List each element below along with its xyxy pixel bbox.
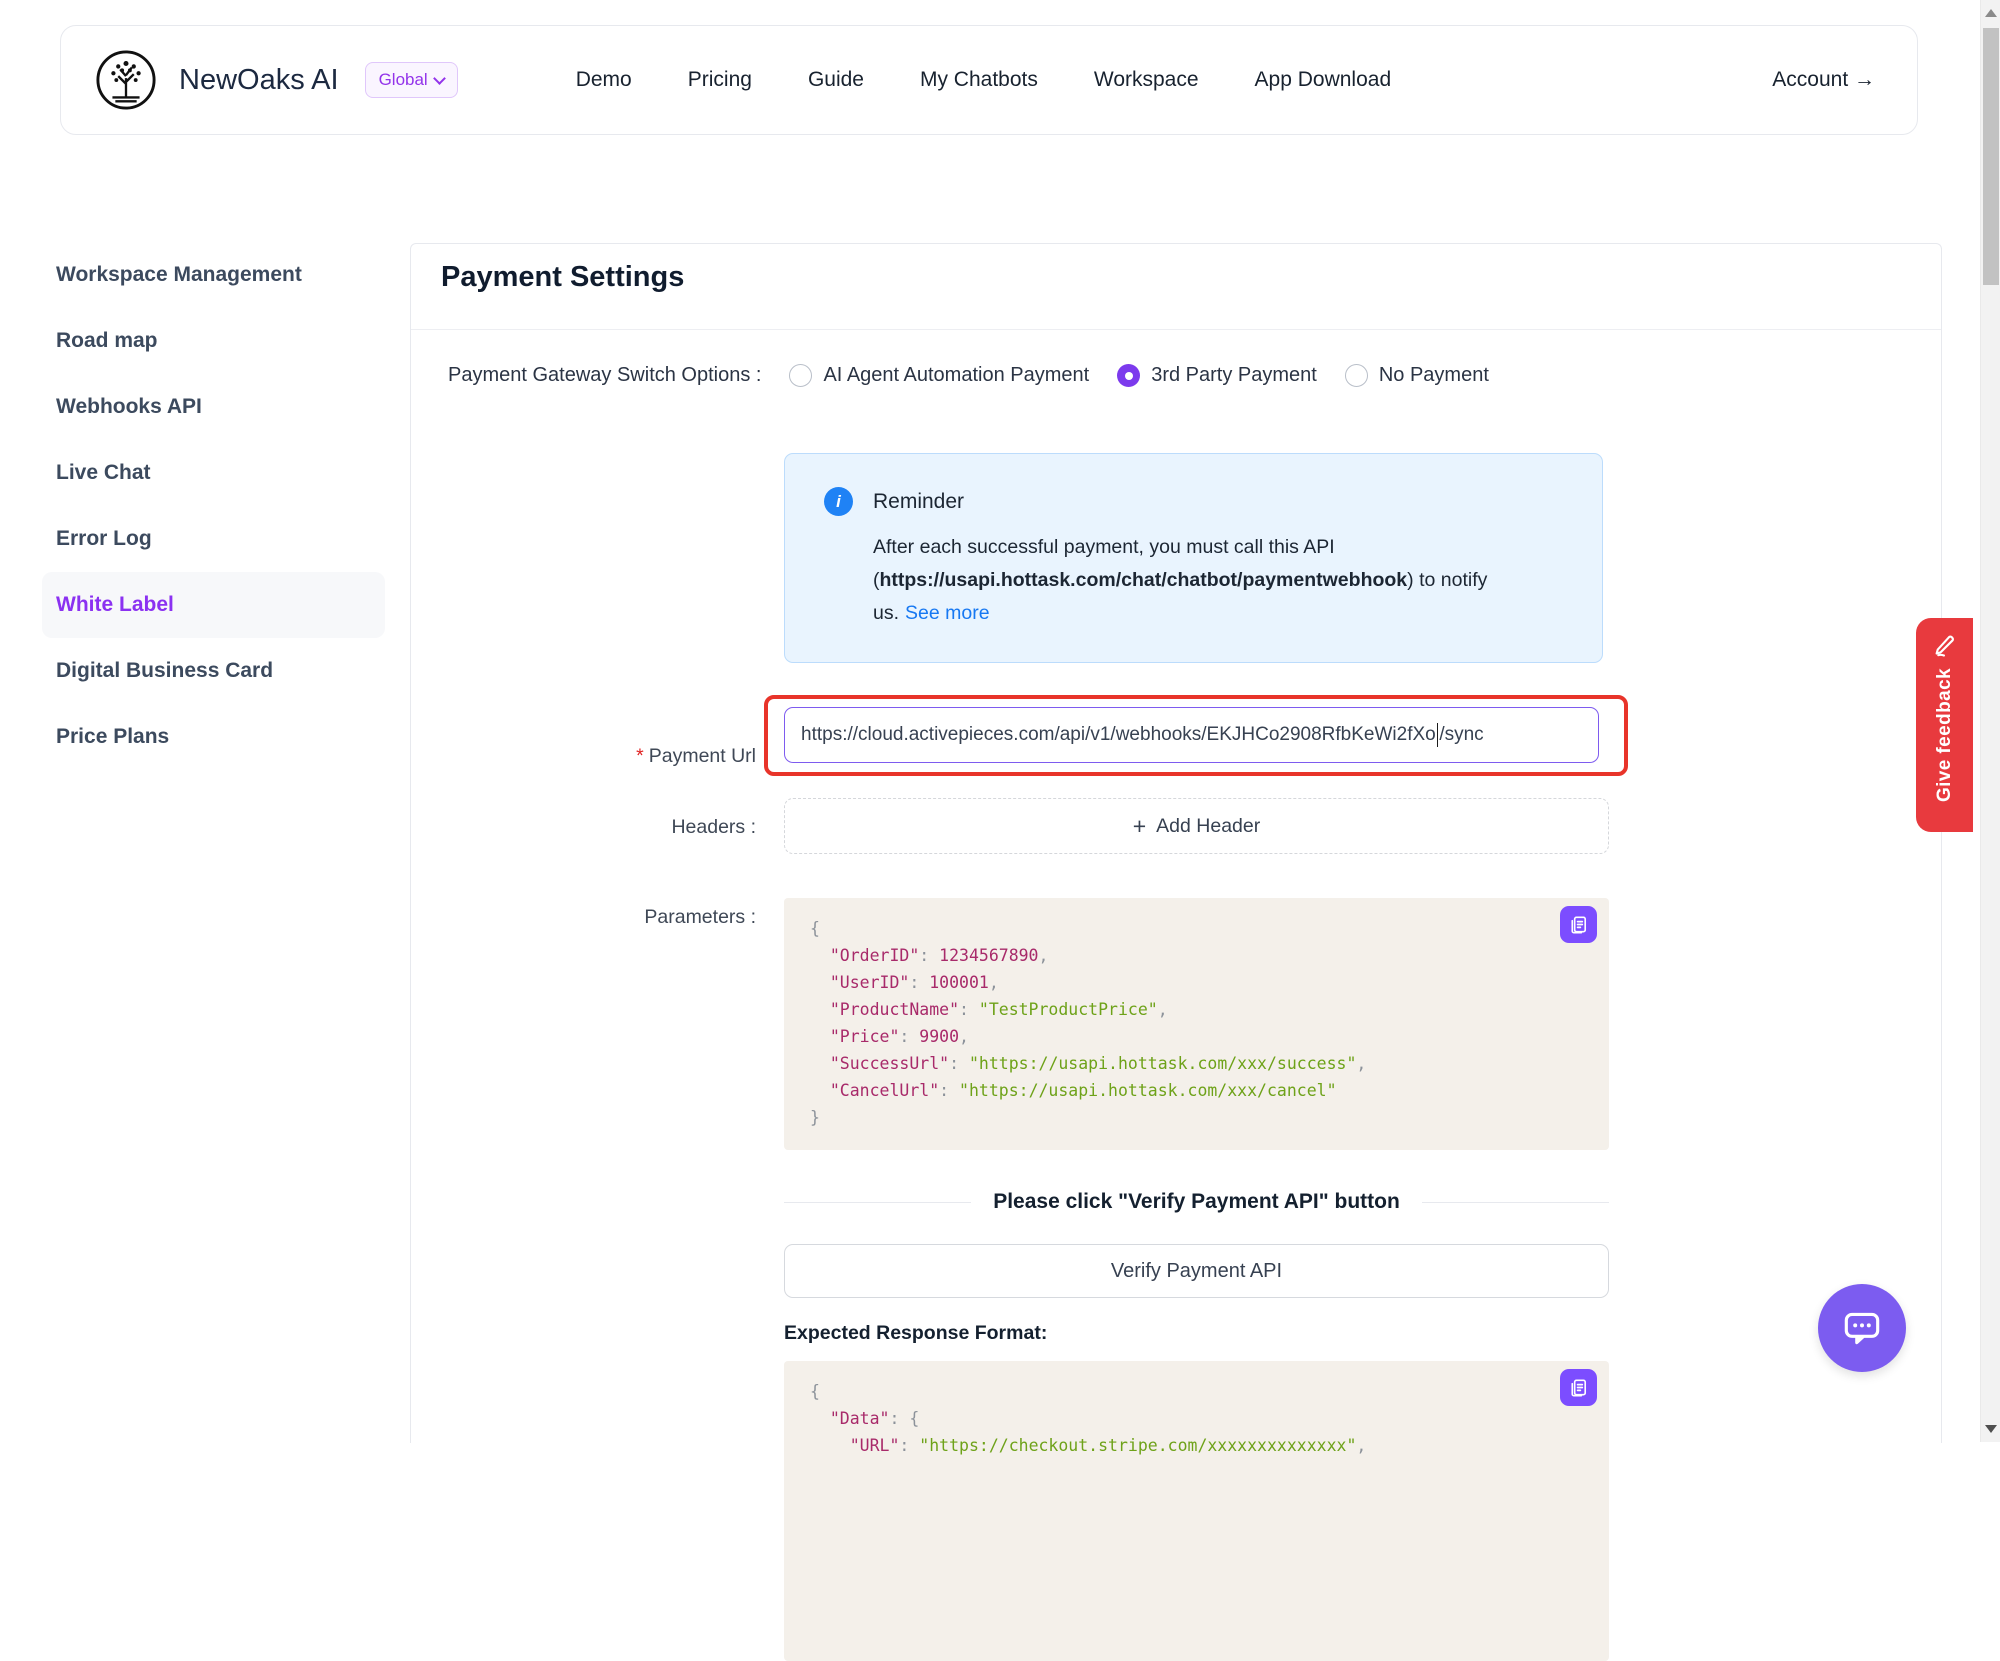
give-feedback-tab[interactable]: Give feedback [1916,618,1973,832]
nav-item[interactable]: Guide [808,68,864,92]
nav-item[interactable]: My Chatbots [920,68,1038,92]
radio-icon[interactable] [789,364,812,387]
region-label: Global [379,70,428,90]
chevron-down-icon [433,72,446,85]
code-line: { [810,1378,1583,1405]
sidebar-item[interactable]: Live Chat [42,440,385,506]
sidebar-item[interactable]: Road map [42,308,385,374]
page-title: Payment Settings [441,261,684,294]
radio-label: No Payment [1379,364,1489,387]
gateway-switch-label: Payment Gateway Switch Options : [448,364,761,387]
sidebar-item[interactable]: Workspace Management [42,242,385,308]
copy-icon[interactable] [1560,906,1597,943]
radio-3rd-party-payment[interactable]: 3rd Party Payment [1117,364,1317,387]
nav-item[interactable]: Workspace [1094,68,1199,92]
code-line: "UserID": 100001, [810,969,1583,996]
headers-label: Headers : [511,816,756,839]
copy-icon[interactable] [1560,1369,1597,1406]
payment-url-value-before-caret: https://cloud.activepieces.com/api/v1/we… [801,724,1436,746]
response-code-block: { "Data": { "URL": "https://checkout.str… [784,1361,1609,1661]
verify-hint-row: Please click "Verify Payment API" button [784,1190,1609,1214]
scroll-up-arrow-icon[interactable] [1985,9,1997,17]
code-line: "OrderID": 1234567890, [810,942,1583,969]
sidebar-item[interactable]: Webhooks API [42,374,385,440]
nav-item[interactable]: App Download [1255,68,1392,92]
nav-item[interactable]: Demo [576,68,632,92]
sidebar-item[interactable]: Digital Business Card [42,638,385,704]
code-line: "Data": { [810,1405,1583,1432]
sidebar: Workspace ManagementRoad mapWebhooks API… [42,242,385,770]
radio-label: 3rd Party Payment [1151,364,1317,387]
verify-hint-text: Please click "Verify Payment API" button [993,1190,1400,1214]
expected-response-label: Expected Response Format: [784,1322,1047,1345]
code-line: "URL": "https://checkout.stripe.com/xxxx… [810,1432,1583,1459]
divider-line [784,1202,971,1203]
info-icon: i [824,487,853,516]
plus-icon: + [1133,813,1146,840]
reminder-api-url: https://usapi.hottask.com/chat/chatbot/p… [880,569,1408,591]
brand-name: NewOaks AI [179,64,339,97]
verify-payment-api-button[interactable]: Verify Payment API [784,1244,1609,1298]
account-link[interactable]: Account → [1772,68,1875,92]
chat-bubble-icon [1839,1305,1885,1351]
add-header-label: Add Header [1156,815,1260,838]
payment-url-label: *Payment Url [511,722,756,791]
chat-widget-button[interactable] [1818,1284,1906,1372]
radio-no-payment[interactable]: No Payment [1345,364,1489,387]
parameters-code-block: { "OrderID": 1234567890, "UserID": 10000… [784,898,1609,1150]
pencil-icon [1931,631,1958,658]
header: NewOaks AI Global Demo Pricing Guide My Cha… [60,25,1918,135]
payment-settings-panel: Payment Settings Payment Gateway Switch … [410,243,1942,1443]
scroll-down-arrow-icon[interactable] [1985,1425,1997,1433]
code-line: "CancelUrl": "https://usapi.hottask.com/… [810,1077,1583,1104]
scrollbar-track[interactable] [1980,0,2000,1442]
add-header-button[interactable]: + Add Header [784,798,1609,854]
payment-url-input[interactable]: https://cloud.activepieces.com/api/v1/we… [784,707,1599,763]
reminder-body: After each successful payment, you must … [873,531,1541,630]
scrollbar-thumb[interactable] [1983,28,1999,285]
feedback-tab-label: Give feedback [1934,668,1956,802]
payment-url-value-after-caret: /sync [1439,724,1483,746]
code-line: "ProductName": "TestProductPrice", [810,996,1583,1023]
gateway-switch-row: Payment Gateway Switch Options : AI Agen… [448,364,1489,387]
see-more-link[interactable]: See more [905,602,990,624]
radio-icon[interactable] [1345,364,1368,387]
reminder-title: Reminder [873,490,964,514]
reminder-alert: i Reminder After each successful payment… [784,453,1603,663]
newoaks-logo-icon[interactable] [95,49,157,111]
divider-line [1422,1202,1609,1203]
code-line: { [810,915,1583,942]
nav-item[interactable]: Pricing [688,68,752,92]
sidebar-item[interactable]: White Label [42,572,385,638]
parameters-label: Parameters : [511,906,756,929]
required-asterisk: * [636,745,644,767]
code-line: "Price": 9900, [810,1023,1583,1050]
radio-icon[interactable] [1117,364,1140,387]
region-selector[interactable]: Global [365,62,458,98]
code-line: } [810,1104,1583,1131]
sidebar-item[interactable]: Error Log [42,506,385,572]
code-line: "SuccessUrl": "https://usapi.hottask.com… [810,1050,1583,1077]
sidebar-item[interactable]: Price Plans [42,704,385,770]
radio-label: AI Agent Automation Payment [823,364,1089,387]
title-divider [411,329,1941,330]
page: { "header": { "brand": "NewOaks AI", "re… [0,0,2000,1442]
text-caret [1437,723,1439,747]
main-nav: Demo Pricing Guide My Chatbots Workspace App … [576,68,1391,92]
radio-ai-agent-automation-payment[interactable]: AI Agent Automation Payment [789,364,1089,387]
